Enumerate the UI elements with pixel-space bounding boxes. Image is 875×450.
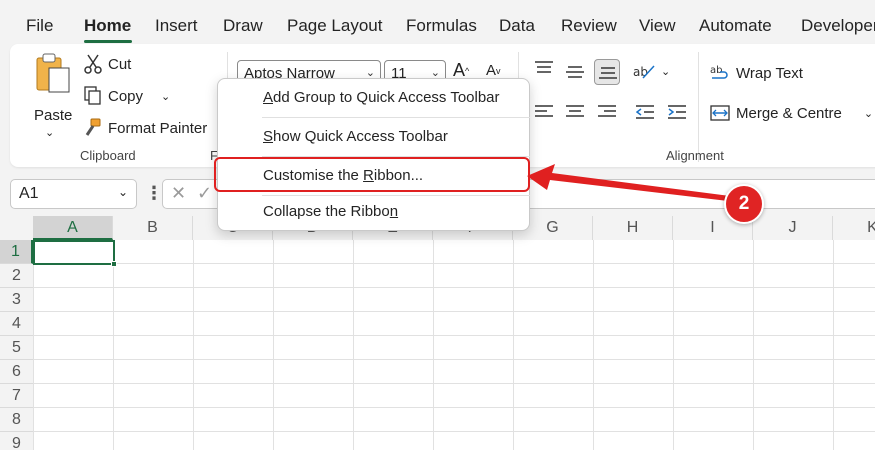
- merge-centre-label: Merge & Centre: [736, 104, 842, 122]
- clipboard-icon: [36, 53, 70, 93]
- chevron-down-icon: ⌄: [117, 185, 128, 199]
- format-painter-button[interactable]: Format Painter: [84, 118, 207, 138]
- show-qat-item[interactable]: Show Quick Access Toolbar: [218, 128, 529, 145]
- more-options-icon[interactable]: ⋮: [145, 183, 163, 204]
- add-group-to-qat-item[interactable]: Add Group to Quick Access Toolbar: [218, 89, 529, 106]
- row-header[interactable]: 6: [0, 360, 33, 384]
- enter-icon[interactable]: ✓: [197, 183, 212, 204]
- paste-button[interactable]: Paste ⌄: [30, 52, 74, 140]
- menu-item-label: Show Quick Access Toolbar: [263, 128, 448, 145]
- copy-icon: [84, 86, 101, 105]
- svg-text:ab: ab: [633, 65, 648, 79]
- row-header[interactable]: 8: [0, 408, 33, 432]
- menu-separator: [262, 117, 530, 118]
- increase-indent-icon: [668, 105, 686, 119]
- merge-centre-button[interactable]: Merge & Centre ⌄: [710, 104, 873, 122]
- clipboard-group-label: Clipboard: [80, 148, 136, 163]
- chevron-down-icon: ⌄: [161, 90, 171, 103]
- row-header[interactable]: 1: [0, 240, 33, 264]
- chevron-down-icon: ⌄: [863, 107, 874, 120]
- chevron-down-icon: ⌄: [661, 65, 671, 78]
- decrease-indent-button[interactable]: [632, 100, 658, 126]
- column-header[interactable]: J: [753, 216, 833, 240]
- orientation-icon: ab: [633, 65, 655, 79]
- menu-review[interactable]: Review: [561, 16, 617, 36]
- menu-draw[interactable]: Draw: [223, 16, 263, 36]
- row-header[interactable]: 3: [0, 288, 33, 312]
- align-left-icon: [535, 105, 553, 117]
- menu-separator: [262, 195, 530, 196]
- menu-page-layout[interactable]: Page Layout: [287, 16, 382, 36]
- decrease-indent-icon: [636, 105, 654, 119]
- column-header[interactable]: A: [33, 216, 113, 240]
- menu-data[interactable]: Data: [499, 16, 535, 36]
- menu-item-label: Add Group to Quick Access Toolbar: [263, 89, 500, 106]
- menu-view[interactable]: View: [639, 16, 676, 36]
- column-header[interactable]: H: [593, 216, 673, 240]
- annotation-arrow: [527, 164, 730, 201]
- paste-label: Paste: [34, 107, 73, 124]
- menu-bar: File Home Insert Draw Page Layout Formul…: [0, 0, 875, 44]
- svg-text:ab: ab: [710, 65, 722, 76]
- chevron-down-icon: ⌄: [45, 127, 55, 139]
- worksheet-cells[interactable]: [33, 240, 875, 450]
- name-box[interactable]: A1 ⌄: [10, 179, 137, 209]
- align-center-icon: [566, 105, 584, 117]
- wrap-text-icon: ab: [710, 65, 728, 79]
- format-painter-label: Format Painter: [108, 119, 208, 137]
- align-center-button[interactable]: [562, 100, 588, 126]
- cancel-icon[interactable]: ✕: [171, 183, 186, 204]
- align-top-icon: [535, 61, 553, 73]
- row-header[interactable]: 7: [0, 384, 33, 408]
- increase-indent-button[interactable]: [664, 100, 690, 126]
- shrink-font-glyph: A: [486, 62, 497, 79]
- orientation-button[interactable]: ab ⌄: [633, 62, 670, 80]
- menu-developer[interactable]: Developer: [801, 16, 875, 36]
- highlight-box: [214, 157, 530, 192]
- bottom-align-button[interactable]: [594, 59, 620, 85]
- row-header[interactable]: 2: [0, 264, 33, 288]
- align-bottom-icon: [599, 67, 617, 79]
- menu-automate[interactable]: Automate: [699, 16, 772, 36]
- menu-insert[interactable]: Insert: [155, 16, 198, 36]
- merge-centre-icon: [710, 105, 730, 121]
- ribbon-context-menu: Add Group to Quick Access Toolbar Show Q…: [217, 78, 530, 231]
- row-header[interactable]: 5: [0, 336, 33, 360]
- middle-align-button[interactable]: [562, 60, 588, 86]
- cut-label: Cut: [108, 55, 132, 73]
- active-cell[interactable]: [33, 240, 117, 267]
- paintbrush-icon: [85, 118, 101, 136]
- active-tab-indicator: [84, 40, 132, 43]
- wrap-text-button[interactable]: ab Wrap Text: [710, 64, 803, 82]
- cut-button[interactable]: Cut: [84, 54, 131, 74]
- align-right-button[interactable]: [594, 100, 620, 126]
- ribbon-separator: [698, 52, 699, 162]
- copy-button[interactable]: Copy ⌄: [84, 86, 170, 106]
- menu-formulas[interactable]: Formulas: [406, 16, 477, 36]
- menu-item-label: Collapse the Ribbon: [263, 203, 399, 220]
- menu-file[interactable]: File: [26, 16, 53, 36]
- collapse-ribbon-item[interactable]: Collapse the Ribbon: [218, 203, 529, 220]
- align-right-icon: [598, 105, 616, 117]
- align-left-button[interactable]: [531, 100, 557, 126]
- copy-label: Copy: [108, 87, 144, 105]
- step-number-badge: 2: [724, 184, 764, 224]
- row-header[interactable]: 4: [0, 312, 33, 336]
- wrap-text-label: Wrap Text: [736, 64, 803, 82]
- fill-handle[interactable]: [111, 261, 117, 267]
- name-box-value: A1: [19, 185, 39, 202]
- top-align-button[interactable]: [531, 56, 557, 82]
- scissors-icon: [84, 54, 102, 74]
- align-middle-icon: [566, 66, 584, 78]
- column-header[interactable]: B: [113, 216, 193, 240]
- shrink-font-button[interactable]: Av: [486, 62, 501, 79]
- row-header[interactable]: 9: [0, 432, 33, 450]
- menu-home[interactable]: Home: [84, 16, 131, 36]
- column-header[interactable]: K: [833, 216, 875, 240]
